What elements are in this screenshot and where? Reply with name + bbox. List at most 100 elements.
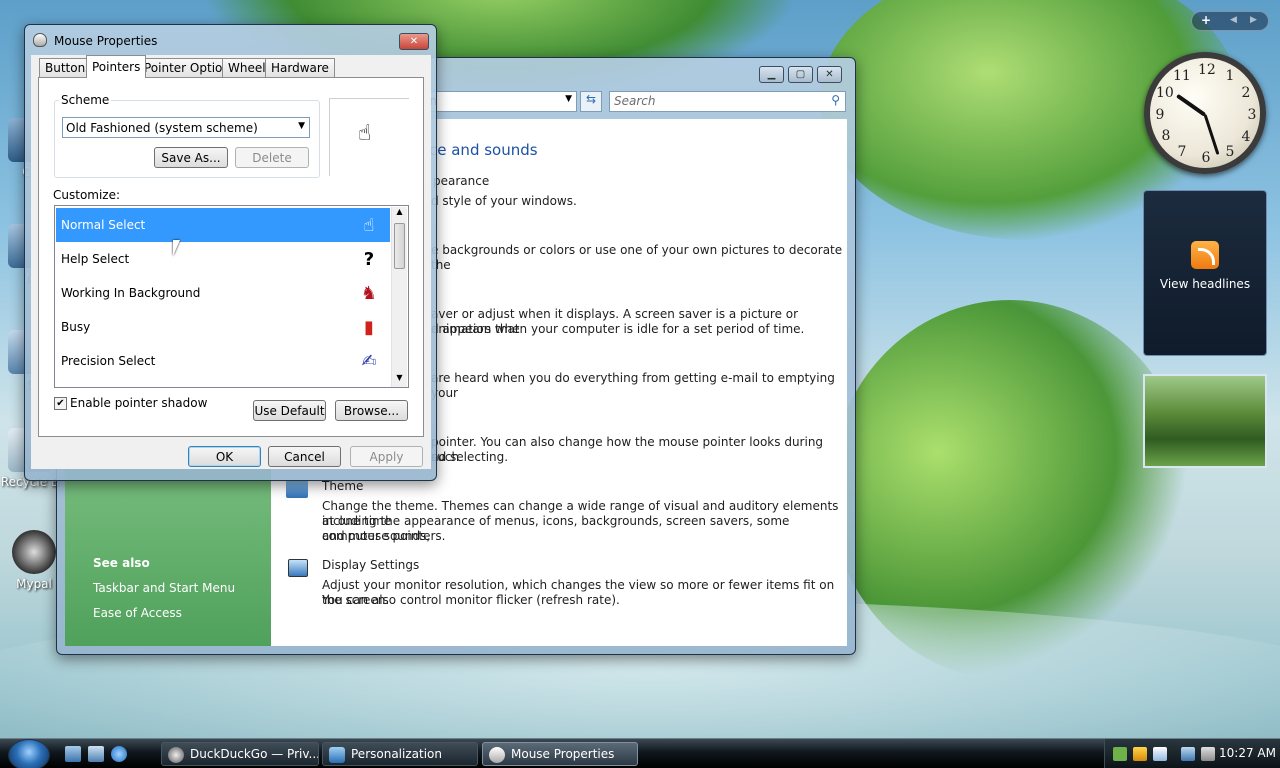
clock-number: 8	[1161, 128, 1171, 144]
raccoon-icon	[12, 530, 56, 574]
clock-hour-hand	[1176, 93, 1207, 117]
shield-icon[interactable]	[1133, 747, 1147, 761]
pointer-list[interactable]: Normal Select ☝ Help Select ? Working In…	[54, 205, 409, 388]
view-headlines-label: View headlines	[1159, 277, 1251, 291]
switch-windows-icon[interactable]	[88, 746, 104, 762]
task-mouse-properties[interactable]: Mouse Properties	[482, 742, 638, 766]
sidebar-controls: + ◀ ▶	[1191, 11, 1269, 31]
internet-explorer-icon[interactable]	[111, 746, 127, 762]
window-color-link[interactable]: pearance	[433, 174, 489, 189]
cancel-button[interactable]: Cancel	[268, 446, 341, 467]
feed-headlines-gadget[interactable]: View headlines	[1143, 190, 1267, 356]
theme-link[interactable]: Theme	[322, 479, 363, 494]
clock-gadget[interactable]: 12 1 2 3 4 5 6 7 8 9 10 11	[1144, 52, 1266, 174]
shadow-label: Enable pointer shadow	[70, 396, 208, 410]
theme-icon	[286, 480, 308, 498]
pointers-panel: Scheme Old Fashioned (system scheme) ▼ S…	[38, 77, 424, 437]
pointer-desc-2: nd selecting.	[431, 450, 509, 464]
add-gadget-button[interactable]: +	[1201, 13, 1211, 27]
minimize-button[interactable]: ▁	[759, 66, 784, 83]
system-tray: 10:27 AM	[1104, 739, 1280, 768]
clock-time[interactable]: 10:27 AM	[1219, 746, 1276, 760]
prev-gadget-button[interactable]: ◀	[1230, 15, 1237, 25]
clock-number: 4	[1241, 129, 1251, 145]
taskbar-start-menu-link[interactable]: Taskbar and Start Menu	[93, 581, 235, 595]
barber-pole-icon: ▮	[364, 316, 374, 338]
display-settings-link[interactable]: Display Settings	[322, 558, 419, 573]
browser-icon	[168, 747, 184, 763]
close-button[interactable]: ✕	[817, 66, 842, 83]
connection-icon[interactable]	[1181, 747, 1195, 761]
save-as-button[interactable]: Save As...	[154, 147, 228, 168]
hand-pointer-icon: ☝	[358, 121, 372, 146]
taskbar: DuckDuckGo — Priv... Personalization Mou…	[0, 738, 1280, 768]
control-panel-icon	[329, 747, 345, 763]
help-select-icon: ?	[363, 248, 375, 270]
apply-button[interactable]: Apply	[350, 446, 423, 467]
network-tray-icon[interactable]	[1113, 747, 1127, 761]
desktop-icon-mypal[interactable]: Mypal	[4, 530, 64, 591]
page-heading: ce and sounds	[429, 141, 538, 159]
rss-icon	[1191, 241, 1219, 269]
clock-number: 9	[1155, 107, 1165, 123]
task-duckduckgo[interactable]: DuckDuckGo — Priv...	[161, 742, 319, 766]
scroll-down-icon[interactable]: ▼	[392, 373, 407, 387]
scroll-thumb[interactable]	[394, 223, 405, 269]
clock-minute-hand	[1203, 114, 1220, 155]
dialog-title: Mouse Properties	[54, 34, 158, 48]
mouse-icon	[489, 747, 505, 763]
start-button[interactable]	[8, 739, 50, 768]
window-color-desc: d style of your windows.	[431, 194, 577, 208]
see-also-heading: See also	[93, 556, 150, 570]
security-center-icon[interactable]	[1153, 747, 1167, 761]
tab-hardware[interactable]: Hardware	[265, 58, 335, 77]
search-icon[interactable]: ⚲	[831, 93, 840, 107]
clock-number: 2	[1241, 85, 1251, 101]
ease-of-access-link[interactable]: Ease of Access	[93, 606, 182, 620]
list-item[interactable]: Busy ▮	[56, 310, 390, 344]
list-item[interactable]: Help Select ?	[56, 242, 390, 276]
ok-button[interactable]: OK	[188, 446, 261, 467]
clock-number: 7	[1177, 144, 1187, 160]
precision-hand-icon: ✍	[361, 350, 377, 372]
clock-number: 10	[1156, 85, 1174, 101]
browse-button[interactable]: Browse...	[335, 400, 408, 421]
dialog-body: Buttons Pointers Pointer Options Wheel H…	[31, 55, 431, 469]
mouse-properties-dialog: Mouse Properties ✕ Buttons Pointers Poin…	[24, 24, 437, 481]
show-desktop-icon[interactable]	[65, 746, 81, 762]
next-gadget-button[interactable]: ▶	[1250, 15, 1257, 25]
hand-pointer-icon: ☝	[363, 214, 375, 236]
address-dropdown-icon[interactable]: ▼	[565, 94, 572, 104]
maximize-button[interactable]: ▢	[788, 66, 813, 83]
list-scrollbar[interactable]: ▲ ▼	[391, 207, 407, 387]
delete-button[interactable]: Delete	[235, 147, 309, 168]
chevron-down-icon: ▼	[298, 121, 305, 131]
search-input[interactable]: Search ⚲	[609, 91, 846, 112]
sounds-desc: are heard when you do everything from ge…	[431, 371, 835, 400]
scroll-up-icon[interactable]: ▲	[392, 207, 407, 221]
horse-icon: ♞	[360, 282, 378, 304]
use-default-button[interactable]: Use Default	[253, 400, 326, 421]
display-desc-2: You can also control monitor flicker (re…	[322, 593, 620, 607]
background-desc: e backgrounds or colors or use one of yo…	[431, 243, 843, 272]
list-item[interactable]: Working In Background ♞	[56, 276, 390, 310]
list-item[interactable]: Precision Select ✍	[56, 344, 390, 378]
volume-muted-icon[interactable]	[1201, 747, 1215, 761]
shadow-checkbox[interactable]: ✔	[54, 397, 67, 410]
scheme-label: Scheme	[59, 93, 112, 107]
address-bar[interactable]: on ▼	[417, 91, 577, 112]
clock-number: 12	[1198, 62, 1216, 78]
task-personalization[interactable]: Personalization	[322, 742, 478, 766]
clock-number: 1	[1225, 68, 1235, 84]
screensaver-desc-2: d appears when your computer is idle for…	[431, 322, 805, 336]
cursor-preview: ☝	[329, 98, 409, 176]
scheme-select[interactable]: Old Fashioned (system scheme) ▼	[62, 117, 310, 138]
dialog-close-button[interactable]: ✕	[399, 33, 429, 50]
monitor-icon	[288, 559, 308, 577]
refresh-button[interactable]: ⇆	[580, 91, 602, 112]
slideshow-gadget[interactable]	[1143, 374, 1267, 468]
theme-desc-3: and mouse pointers.	[322, 529, 446, 543]
list-item[interactable]: Normal Select ☝	[56, 208, 390, 242]
clock-number: 6	[1201, 150, 1211, 166]
tab-pointers[interactable]: Pointers	[86, 55, 147, 78]
